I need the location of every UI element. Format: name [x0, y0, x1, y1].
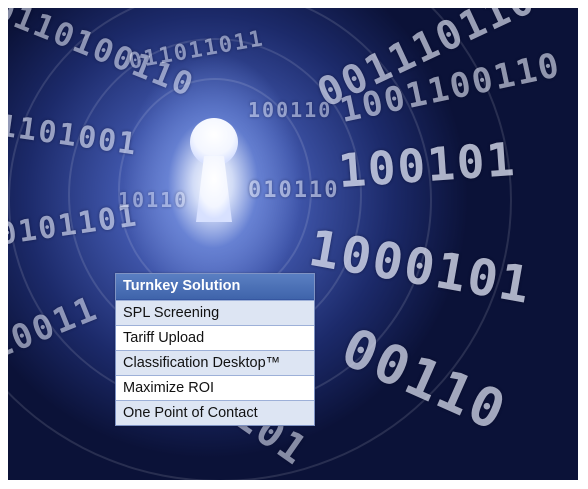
- binary-digits: 10110: [118, 188, 189, 212]
- binary-digits: 010110: [248, 178, 340, 203]
- list-item-spl-screening: SPL Screening: [116, 300, 314, 325]
- binary-digits: 100110: [248, 98, 333, 122]
- list-item-classification-desktop: Classification Desktop™: [116, 350, 314, 375]
- list-item-one-point-of-contact: One Point of Contact: [116, 400, 314, 425]
- list-item-maximize-roi: Maximize ROI: [116, 375, 314, 400]
- list-item-tariff-upload: Tariff Upload: [116, 325, 314, 350]
- keyhole-icon: [190, 118, 238, 222]
- turnkey-solution-table: Turnkey Solution SPL Screening Tariff Up…: [115, 273, 315, 426]
- table-header: Turnkey Solution: [116, 274, 314, 300]
